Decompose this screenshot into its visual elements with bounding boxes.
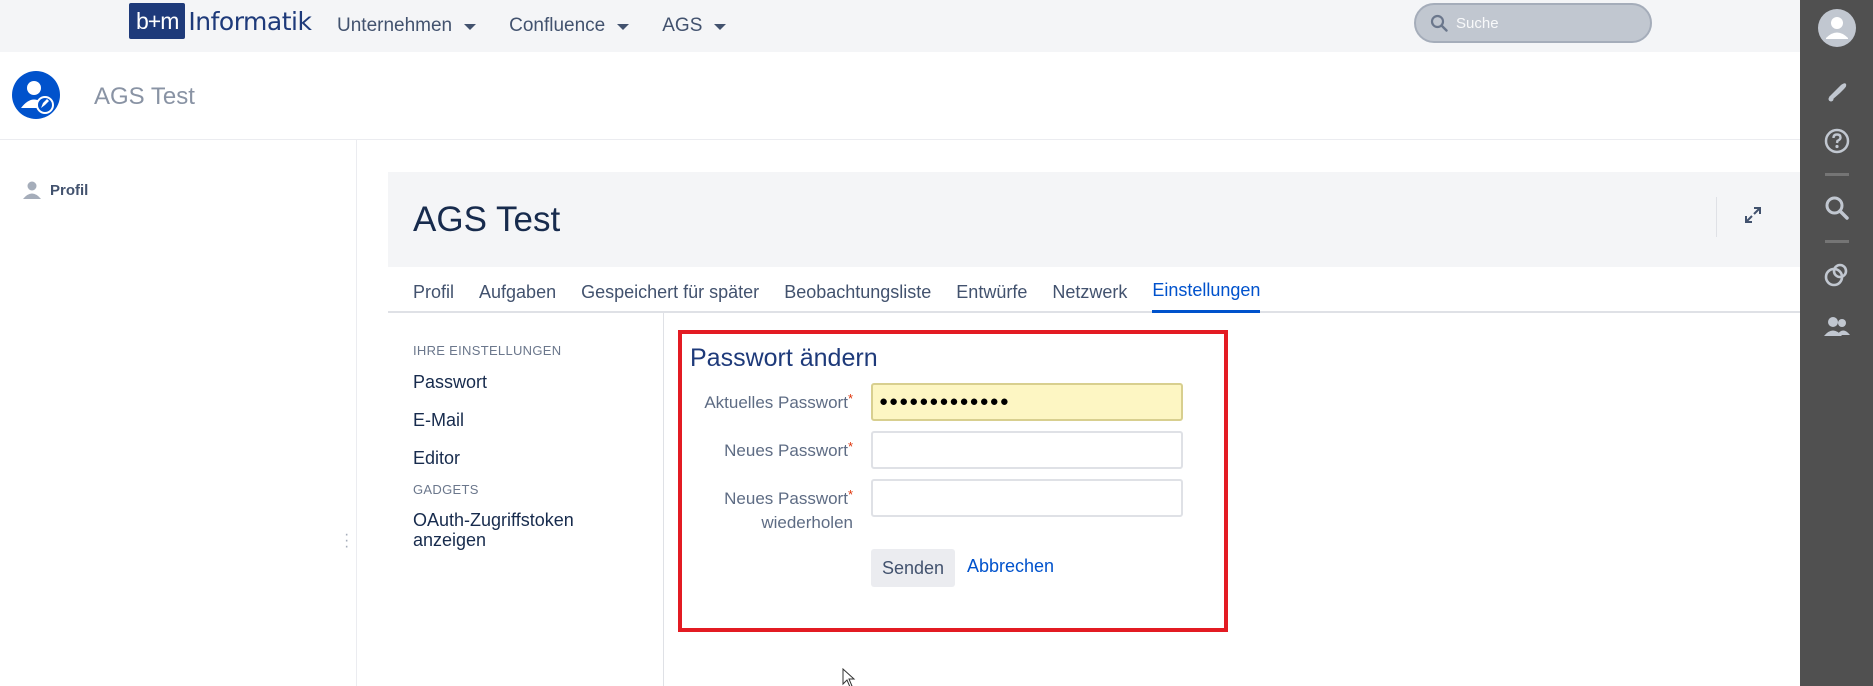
new-password-label: Neues Passwort*: [653, 439, 853, 463]
right-sidebar: [1800, 0, 1873, 686]
tab-aufgaben[interactable]: Aufgaben: [479, 269, 556, 313]
settings-link-password[interactable]: Passwort: [413, 372, 487, 393]
label-text: Aktuelles Passwort: [704, 393, 848, 412]
page-header: AGS Test: [388, 172, 1800, 267]
people-icon[interactable]: [1800, 315, 1873, 339]
search-box[interactable]: [1414, 3, 1652, 43]
new-password-field[interactable]: [871, 431, 1183, 469]
left-sidebar: Profil · · ·: [0, 140, 357, 686]
search-icon: [1430, 14, 1448, 32]
tab-gespeichert[interactable]: Gespeichert für später: [581, 269, 759, 313]
profile-tabs: Profil Aufgaben Gespeichert für später B…: [388, 267, 1800, 313]
chevron-down-icon: [714, 24, 727, 30]
tab-entwuerfe[interactable]: Entwürfe: [956, 269, 1027, 313]
top-navigation-bar: b+m Informatik Unternehmen Confluence AG…: [0, 0, 1800, 52]
search-icon[interactable]: [1800, 195, 1873, 221]
nav-confluence-dropdown[interactable]: Confluence: [509, 15, 630, 37]
notifications-icon[interactable]: [1800, 80, 1873, 104]
logo-mark: b+m: [129, 3, 186, 39]
sidebar-resize-handle[interactable]: · · ·: [344, 527, 349, 555]
label-text: Neues Passwort: [724, 441, 848, 460]
top-nav-menu: Unternehmen Confluence AGS: [337, 0, 759, 52]
tasks-icon[interactable]: [1800, 261, 1873, 289]
nav-item-label: Unternehmen: [337, 15, 453, 36]
settings-section-header: IHRE EINSTELLUNGEN: [413, 343, 562, 358]
tab-beobachtungsliste[interactable]: Beobachtungsliste: [784, 269, 931, 313]
sidebar-divider: [1825, 240, 1849, 243]
label-text-line2: wiederholen: [761, 513, 853, 532]
logo-text: Informatik: [188, 6, 312, 36]
cancel-link[interactable]: Abbrechen: [967, 556, 1054, 577]
expand-icon: [1745, 207, 1761, 223]
nav-item-label: Confluence: [509, 15, 606, 36]
settings-link-email[interactable]: E-Mail: [413, 410, 464, 431]
profile-header: AGS Test: [0, 52, 1800, 140]
required-mark: *: [847, 439, 853, 454]
mouse-cursor-icon: [842, 667, 856, 686]
user-icon: [23, 181, 41, 199]
oauth-label-line2: anzeigen: [413, 530, 487, 550]
user-avatar[interactable]: [12, 71, 60, 119]
nav-unternehmen-dropdown[interactable]: Unternehmen: [337, 15, 477, 37]
chevron-down-icon: [464, 24, 477, 30]
profile-name: AGS Test: [94, 83, 195, 110]
nav-item-label: AGS: [662, 15, 703, 36]
submit-button[interactable]: Senden: [871, 549, 955, 587]
gadgets-section-header: GADGETS: [413, 482, 479, 497]
repeat-password-field[interactable]: [871, 479, 1183, 517]
settings-link-oauth[interactable]: OAuth-Zugriffstoken anzeigen: [413, 510, 613, 550]
sidebar-item-profile[interactable]: Profil: [22, 180, 88, 200]
header-divider: [1716, 197, 1717, 237]
settings-link-editor[interactable]: Editor: [413, 448, 460, 469]
avatar-icon[interactable]: [1800, 8, 1873, 48]
chevron-down-icon: [617, 24, 630, 30]
required-mark: *: [847, 391, 853, 406]
tab-netzwerk[interactable]: Netzwerk: [1052, 269, 1127, 313]
expand-button[interactable]: [1738, 200, 1768, 230]
form-title: Passwort ändern: [690, 344, 878, 372]
tab-profil[interactable]: Profil: [413, 269, 454, 313]
current-password-value: ●●●●●●●●●●●●●: [879, 393, 1010, 410]
tab-einstellungen[interactable]: Einstellungen: [1152, 269, 1261, 313]
sidebar-item-label: Profil: [50, 181, 89, 199]
label-text: Neues Passwort: [724, 489, 848, 508]
required-mark: *: [847, 487, 853, 502]
oauth-label-line1: OAuth-Zugriffstoken: [413, 510, 574, 530]
nav-ags-dropdown[interactable]: AGS: [662, 15, 727, 37]
company-logo[interactable]: b+m Informatik: [129, 3, 312, 39]
current-password-label: Aktuelles Passwort*: [653, 391, 853, 415]
help-icon[interactable]: [1800, 128, 1873, 154]
search-input[interactable]: [1456, 14, 1636, 32]
sidebar-divider: [1825, 173, 1849, 176]
repeat-password-label: Neues Passwort* wiederholen: [653, 487, 853, 535]
page-title: AGS Test: [413, 200, 561, 239]
